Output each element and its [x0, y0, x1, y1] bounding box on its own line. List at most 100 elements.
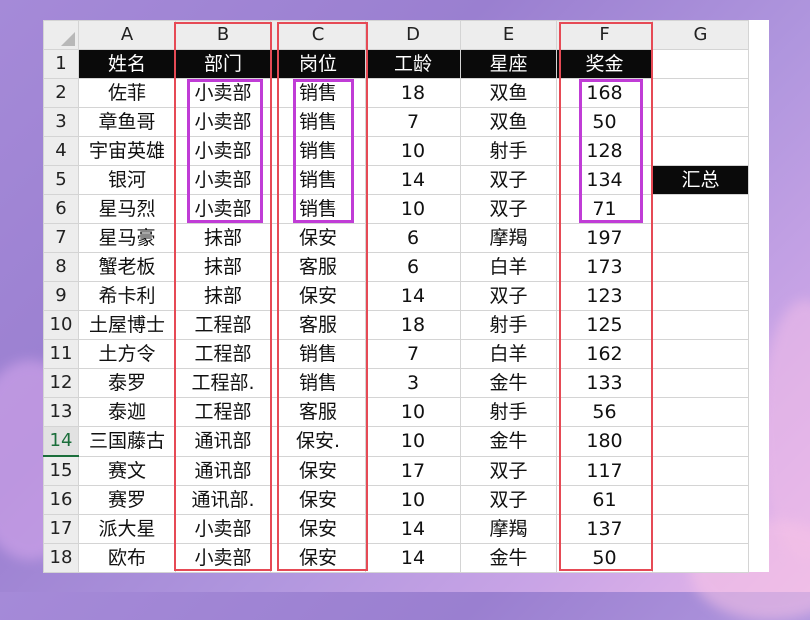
- cell-a11[interactable]: 土方令: [78, 339, 176, 369]
- cell-g14[interactable]: [652, 426, 749, 457]
- cell-d4[interactable]: 10: [365, 136, 461, 166]
- cell-c11[interactable]: 销售: [270, 339, 366, 369]
- row-header-2[interactable]: 2: [43, 78, 79, 108]
- cell-f5[interactable]: 134: [556, 165, 653, 195]
- cell-a4[interactable]: 宇宙英雄: [78, 136, 176, 166]
- column-header-a[interactable]: A: [78, 20, 176, 50]
- cell-a1[interactable]: 姓名: [78, 49, 176, 79]
- row-header-1[interactable]: 1: [43, 49, 79, 79]
- row-header-13[interactable]: 13: [43, 397, 79, 427]
- row-header-9[interactable]: 9: [43, 281, 79, 311]
- row-header-17[interactable]: 17: [43, 514, 79, 544]
- cell-d13[interactable]: 10: [365, 397, 461, 427]
- cell-g1[interactable]: [652, 49, 749, 79]
- cell-e14[interactable]: 金牛: [460, 426, 557, 457]
- cell-c5[interactable]: 销售: [270, 165, 366, 195]
- column-header-c[interactable]: C: [270, 20, 366, 50]
- cell-b5[interactable]: 小卖部: [175, 165, 271, 195]
- cell-f1[interactable]: 奖金: [556, 49, 653, 79]
- cell-a10[interactable]: 土屋博士: [78, 310, 176, 340]
- cell-b3[interactable]: 小卖部: [175, 107, 271, 137]
- cell-e7[interactable]: 摩羯: [460, 223, 557, 253]
- cell-a13[interactable]: 泰迦: [78, 397, 176, 427]
- cell-a3[interactable]: 章鱼哥: [78, 107, 176, 137]
- cell-b1[interactable]: 部门: [175, 49, 271, 79]
- cell-g18[interactable]: [652, 543, 749, 573]
- cell-c13[interactable]: 客服: [270, 397, 366, 427]
- cell-g11[interactable]: [652, 339, 749, 369]
- cell-d2[interactable]: 18: [365, 78, 461, 108]
- cell-f15[interactable]: 117: [556, 455, 653, 486]
- select-all-corner[interactable]: [43, 20, 79, 50]
- cell-c12[interactable]: 销售: [270, 368, 366, 398]
- cell-b16[interactable]: 通讯部.: [175, 485, 271, 515]
- cell-f4[interactable]: 128: [556, 136, 653, 166]
- cell-e4[interactable]: 射手: [460, 136, 557, 166]
- cell-c2[interactable]: 销售: [270, 78, 366, 108]
- cell-c14[interactable]: 保安.: [270, 426, 366, 457]
- cell-e2[interactable]: 双鱼: [460, 78, 557, 108]
- cell-d9[interactable]: 14: [365, 281, 461, 311]
- cell-c4[interactable]: 销售: [270, 136, 366, 166]
- cell-g15[interactable]: [652, 455, 749, 486]
- cell-b10[interactable]: 工程部: [175, 310, 271, 340]
- cell-g7[interactable]: [652, 223, 749, 253]
- column-header-f[interactable]: F: [556, 20, 653, 50]
- cell-f6[interactable]: 71: [556, 194, 653, 224]
- cell-b11[interactable]: 工程部: [175, 339, 271, 369]
- cell-f14[interactable]: 180: [556, 426, 653, 457]
- cell-e10[interactable]: 射手: [460, 310, 557, 340]
- cell-a17[interactable]: 派大星: [78, 514, 176, 544]
- cell-g10[interactable]: [652, 310, 749, 340]
- cell-c15[interactable]: 保安: [270, 455, 366, 486]
- cell-b14[interactable]: 通讯部: [175, 426, 271, 457]
- cell-g9[interactable]: [652, 281, 749, 311]
- row-header-3[interactable]: 3: [43, 107, 79, 137]
- cell-e12[interactable]: 金牛: [460, 368, 557, 398]
- cell-a2[interactable]: 佐菲: [78, 78, 176, 108]
- cell-e15[interactable]: 双子: [460, 455, 557, 486]
- row-header-14[interactable]: 14: [43, 426, 79, 457]
- cell-a7[interactable]: 星马豪: [78, 223, 176, 253]
- cell-a8[interactable]: 蟹老板: [78, 252, 176, 282]
- cell-b9[interactable]: 抹部: [175, 281, 271, 311]
- cell-d17[interactable]: 14: [365, 514, 461, 544]
- cell-c10[interactable]: 客服: [270, 310, 366, 340]
- cell-f3[interactable]: 50: [556, 107, 653, 137]
- cell-f7[interactable]: 197: [556, 223, 653, 253]
- cell-f2[interactable]: 168: [556, 78, 653, 108]
- cell-a9[interactable]: 希卡利: [78, 281, 176, 311]
- cell-g12[interactable]: [652, 368, 749, 398]
- cell-b4[interactable]: 小卖部: [175, 136, 271, 166]
- cell-f18[interactable]: 50: [556, 543, 653, 573]
- cell-g17[interactable]: [652, 514, 749, 544]
- cell-d7[interactable]: 6: [365, 223, 461, 253]
- cell-a14[interactable]: 三国藤古: [78, 426, 176, 457]
- cell-f12[interactable]: 133: [556, 368, 653, 398]
- cell-g8[interactable]: [652, 252, 749, 282]
- row-header-5[interactable]: 5: [43, 165, 79, 195]
- cell-e18[interactable]: 金牛: [460, 543, 557, 573]
- cell-d5[interactable]: 14: [365, 165, 461, 195]
- cell-e13[interactable]: 射手: [460, 397, 557, 427]
- cell-c8[interactable]: 客服: [270, 252, 366, 282]
- cell-c7[interactable]: 保安: [270, 223, 366, 253]
- cell-g4[interactable]: [652, 136, 749, 166]
- cell-a18[interactable]: 欧布: [78, 543, 176, 573]
- column-header-d[interactable]: D: [365, 20, 461, 50]
- cell-e1[interactable]: 星座: [460, 49, 557, 79]
- cell-d3[interactable]: 7: [365, 107, 461, 137]
- cell-f8[interactable]: 173: [556, 252, 653, 282]
- cell-a12[interactable]: 泰罗: [78, 368, 176, 398]
- cell-f10[interactable]: 125: [556, 310, 653, 340]
- cell-c18[interactable]: 保安: [270, 543, 366, 573]
- cell-f17[interactable]: 137: [556, 514, 653, 544]
- cell-d11[interactable]: 7: [365, 339, 461, 369]
- cell-g3[interactable]: [652, 107, 749, 137]
- cell-e17[interactable]: 摩羯: [460, 514, 557, 544]
- cell-a15[interactable]: 赛文: [78, 455, 176, 486]
- cell-c17[interactable]: 保安: [270, 514, 366, 544]
- cell-e6[interactable]: 双子: [460, 194, 557, 224]
- cell-e9[interactable]: 双子: [460, 281, 557, 311]
- cell-a16[interactable]: 赛罗: [78, 485, 176, 515]
